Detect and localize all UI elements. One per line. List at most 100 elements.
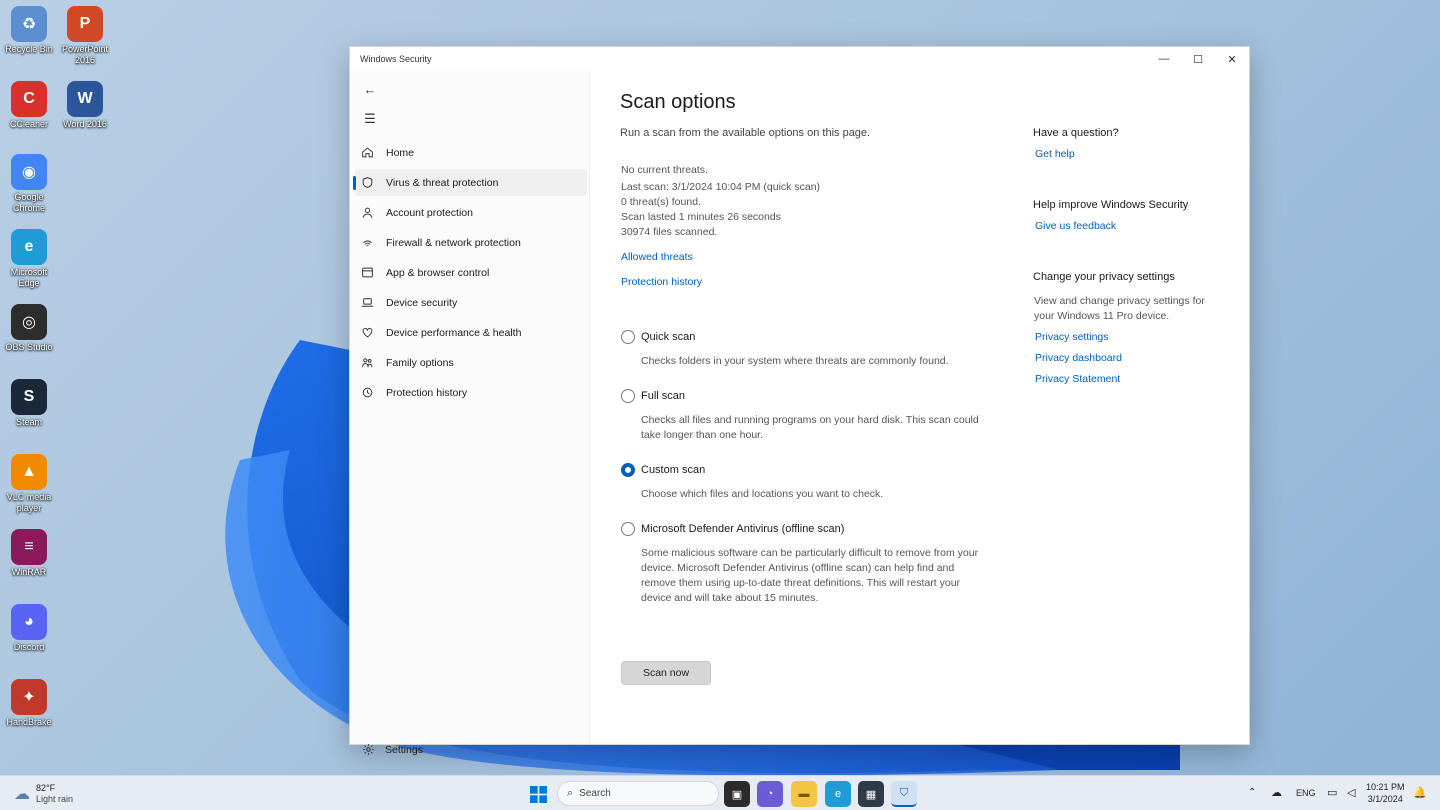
page-subtitle: Run a scan from the available options on…	[620, 127, 871, 139]
desktop-icon[interactable]: S Steam	[1, 379, 57, 428]
desktop-icon[interactable]: ◎ OBS Studio	[1, 304, 57, 353]
notification-bell-icon[interactable]: 🔔	[1413, 786, 1427, 799]
sidebar-item[interactable]: Account protection	[355, 199, 587, 226]
desktop-icon-label: WinRAR	[11, 567, 47, 577]
weather-widget[interactable]: ☁ 82°F Light rain	[14, 783, 73, 805]
desktop-icon[interactable]: ◉ Google Chrome	[1, 154, 57, 214]
sidebar-item-label: Device performance & health	[386, 326, 522, 339]
privacy-description: View and change privacy settings for you…	[1034, 295, 1205, 322]
edge-icon[interactable]: e	[825, 781, 851, 807]
search-icon: ⌕	[567, 787, 574, 799]
title-bar[interactable]: Windows Security — ☐ ✕	[350, 47, 1249, 71]
files-scanned: 30974 files scanned.	[621, 226, 718, 238]
desktop-icon[interactable]: ≡ WinRAR	[1, 529, 57, 578]
desktop-icon[interactable]: P PowerPoint 2016	[57, 6, 113, 66]
clock[interactable]: 10:21 PM 3/1/2024	[1366, 781, 1405, 805]
sidebar-item[interactable]: App & browser control	[355, 259, 587, 286]
desktop-icon-label: OBS Studio	[5, 342, 53, 352]
scan-option-label[interactable]: Quick scan	[641, 331, 695, 343]
scan-option-radio[interactable]	[621, 330, 635, 344]
sidebar-nav: ← ☰ Home Virus & threat protection Account…	[350, 71, 590, 756]
task-view-icon[interactable]: ▣	[724, 781, 750, 807]
sidebar-item-label: Family options	[386, 356, 454, 369]
person-icon	[355, 206, 383, 219]
tray-chevron-icon[interactable]: ⌃	[1248, 787, 1256, 798]
scan-option-label[interactable]: Full scan	[641, 390, 685, 402]
clock-time: 10:21 PM	[1366, 782, 1405, 792]
store-icon[interactable]: ▦	[858, 781, 884, 807]
scan-option-description: Checks folders in your system where thre…	[641, 355, 949, 367]
maximize-button[interactable]: ☐	[1181, 47, 1215, 71]
scan-now-button[interactable]: Scan now	[621, 661, 711, 685]
back-button[interactable]: ←	[360, 79, 380, 99]
taskbar-search[interactable]: ⌕ Search	[557, 781, 719, 806]
desktop-icon[interactable]: C CCleaner	[1, 81, 57, 130]
app-icon: S	[11, 379, 47, 415]
scan-option-label[interactable]: Microsoft Defender Antivirus (offline sc…	[641, 523, 844, 535]
file-explorer-icon[interactable]: ▬	[791, 781, 817, 807]
heart-icon	[355, 326, 383, 339]
sidebar-item[interactable]: Protection history	[355, 379, 587, 406]
question-heading: Have a question?	[1033, 127, 1119, 139]
desktop-icon[interactable]: W Word 2016	[57, 81, 113, 130]
desktop-icon[interactable]: e Microsoft Edge	[1, 229, 57, 289]
app-icon: ≡	[11, 529, 47, 565]
hamburger-menu-button[interactable]: ☰	[360, 109, 380, 129]
shield-icon	[355, 176, 383, 189]
desktop-icon-label: Recycle Bin	[5, 44, 53, 54]
scan-option-radio[interactable]	[621, 522, 635, 536]
sidebar-item[interactable]: Device security	[355, 289, 587, 316]
feedback-link[interactable]: Give us feedback	[1035, 220, 1116, 232]
sidebar-item-label: Protection history	[386, 386, 468, 399]
clock-date: 3/1/2024	[1367, 794, 1403, 804]
windows-logo-icon	[529, 785, 547, 803]
sidebar-item-label: Virus & threat protection	[386, 176, 499, 189]
settings-button[interactable]: Settings	[360, 743, 423, 756]
minimize-button[interactable]: —	[1147, 47, 1181, 71]
home-icon	[355, 146, 383, 159]
desktop-icon[interactable]: ✦ HandBrake	[1, 679, 57, 728]
windows-security-taskbar-icon[interactable]: ⛉	[891, 781, 917, 807]
scan-option-radio[interactable]	[621, 463, 635, 477]
browser-icon	[355, 266, 383, 279]
desktop-icon-label: CCleaner	[9, 119, 49, 129]
rain-cloud-icon: ☁	[14, 786, 30, 803]
privacy-dashboard-link[interactable]: Privacy dashboard	[1035, 352, 1122, 364]
app-icon: P	[67, 6, 103, 42]
chat-icon[interactable]: ◔	[757, 781, 783, 807]
sidebar-item[interactable]: Virus & threat protection	[353, 169, 587, 196]
gear-icon	[360, 743, 385, 756]
start-button[interactable]	[525, 781, 551, 807]
desktop-icon-label: Discord	[13, 642, 45, 652]
close-button[interactable]: ✕	[1215, 47, 1249, 71]
desktop-icon[interactable]: ◕ Discord	[1, 604, 57, 653]
get-help-link[interactable]: Get help	[1035, 148, 1075, 160]
desktop-icon[interactable]: ▲ VLC media player	[1, 454, 57, 514]
scan-option-radio[interactable]	[621, 389, 635, 403]
network-icon[interactable]: ▭	[1327, 786, 1337, 799]
sidebar-item[interactable]: Family options	[355, 349, 587, 376]
sidebar-item-label: Home	[386, 146, 415, 159]
protection-history-link[interactable]: Protection history	[621, 276, 702, 288]
family-icon	[355, 356, 383, 369]
taskbar: ☁ 82°F Light rain ⌕ Search ▣ ◔ ▬ e ▦ ⛉ ⌃…	[0, 775, 1440, 810]
allowed-threats-link[interactable]: Allowed threats	[621, 251, 693, 263]
app-icon: ◕	[11, 604, 47, 640]
windows-security-window: Windows Security — ☐ ✕ ← ☰ Home Virus & t…	[349, 46, 1250, 756]
scan-option-label[interactable]: Custom scan	[641, 464, 705, 476]
laptop-icon	[355, 296, 383, 309]
onedrive-icon[interactable]: ☁	[1271, 786, 1282, 799]
sidebar-item[interactable]: Home	[355, 139, 587, 166]
desktop-icon[interactable]: ♻ Recycle Bin	[1, 6, 57, 55]
threats-found: 0 threat(s) found.	[621, 196, 701, 208]
app-icon: ♻	[11, 6, 47, 42]
privacy-statement-link[interactable]: Privacy Statement	[1035, 373, 1120, 385]
sidebar-item[interactable]: Firewall & network protection	[355, 229, 587, 256]
privacy-settings-link[interactable]: Privacy settings	[1035, 331, 1109, 343]
sidebar-item-label: App & browser control	[386, 266, 490, 279]
volume-icon[interactable]: ◁	[1347, 786, 1355, 799]
app-icon: ◎	[11, 304, 47, 340]
language-indicator[interactable]: ENG	[1296, 788, 1316, 798]
scan-option-description: Checks all files and running programs on…	[641, 414, 979, 441]
sidebar-item[interactable]: Device performance & health	[355, 319, 587, 346]
